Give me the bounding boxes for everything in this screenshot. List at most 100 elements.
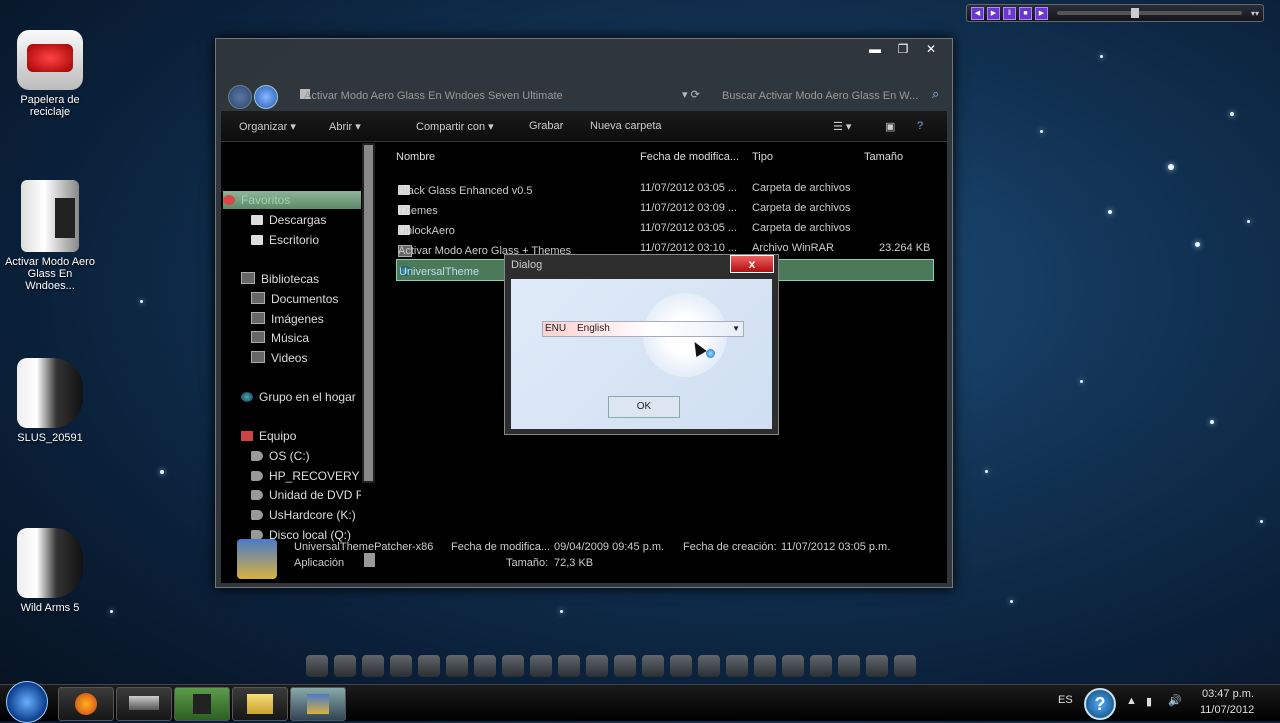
nav-item-dvd[interactable]: Unidad de DVD R [251,486,361,504]
nav-item-videos[interactable]: Videos [251,349,307,367]
play-icon[interactable]: ▶ [987,6,1000,20]
dock-icon[interactable] [362,655,384,677]
dock-icon[interactable] [726,655,748,677]
taskbar-app[interactable] [116,687,172,721]
volume-slider[interactable] [1057,8,1242,18]
preview-pane-icon[interactable]: ▣ [885,120,895,133]
dock-icon[interactable] [754,655,776,677]
back-button[interactable] [228,85,252,109]
close-icon[interactable]: ✕ [920,41,942,57]
refresh-icon[interactable]: ▾ ⟳ [682,88,700,101]
dock-icon[interactable] [306,655,328,677]
nav-item-images[interactable]: Imágenes [251,310,324,328]
dialog-close-button[interactable]: x [730,255,774,273]
file-size: 23.264 KB [879,242,931,254]
address-bar[interactable]: Activar Modo Aero Glass En Wndoes Seven … [304,87,682,105]
star [1260,520,1263,523]
nav-item-desktop[interactable]: Escritorio [251,231,319,249]
nav-item-music[interactable]: Música [251,329,309,347]
file-row[interactable]: Black Glass Enhanced v0.5 11/07/2012 03:… [396,179,932,199]
dock-icon[interactable] [586,655,608,677]
file-row[interactable]: UnlockAero 11/07/2012 03:05 ... Carpeta … [396,219,932,239]
taskbar-media[interactable] [174,687,230,721]
file-row[interactable]: Themes 11/07/2012 03:09 ... Carpeta de a… [396,199,932,219]
maximize-icon[interactable]: ❐ [892,41,914,57]
dock-icon[interactable] [474,655,496,677]
desktop-icon-slus[interactable]: SLUS_20591 [2,358,98,444]
nav-item-drive-c[interactable]: OS (C:) [251,447,310,465]
nav-item-favorites[interactable]: Favoritos [223,191,361,209]
minimize-icon[interactable]: ▬ [864,41,886,57]
dock-icon[interactable] [502,655,524,677]
nav-scrollbar[interactable] [362,143,375,483]
desktop-icon-wild-arms[interactable]: Wild Arms 5 [2,528,98,614]
clock-date[interactable]: 11/07/2012 [1200,704,1254,716]
nav-scrollbar-thumb[interactable] [364,145,373,481]
file-name: Black Glass Enhanced v0.5 [398,185,533,197]
column-header-type[interactable]: Tipo [752,151,773,163]
chevron-down-icon[interactable]: ▼ [732,324,740,333]
help-icon[interactable]: ? [1084,688,1116,720]
dock-icon[interactable] [866,655,888,677]
next-icon[interactable]: ▶ [1035,6,1048,20]
nav-item-downloads[interactable]: Descargas [251,211,326,229]
dock-icon[interactable] [390,655,412,677]
organize-button[interactable]: Organizar ▾ [239,120,296,133]
dock-icon[interactable] [558,655,580,677]
forward-button[interactable] [254,85,278,109]
burn-button[interactable]: Grabar [529,120,563,132]
desktop-icon-label: Activar Modo Aero Glass En Wndoes... [5,256,95,292]
network-icon[interactable]: ▮ [1146,695,1152,708]
share-button[interactable]: Compartir con ▾ [416,120,494,133]
previous-icon[interactable]: ◀ [971,6,984,20]
column-header-name[interactable]: Nombre [396,151,435,163]
dock-icon[interactable] [698,655,720,677]
nav-item-documents[interactable]: Documentos [251,290,338,308]
show-hidden-icons-icon[interactable]: ▲ [1126,695,1137,707]
new-folder-button[interactable]: Nueva carpeta [590,120,662,132]
dock-icon[interactable] [530,655,552,677]
ok-button[interactable]: OK [608,396,680,418]
file-type: Archivo WinRAR [752,242,834,254]
dock-icon[interactable] [642,655,664,677]
drive-icon [251,510,263,520]
nav-item-drive-d[interactable]: HP_RECOVERY (D [251,467,361,485]
volume-icon[interactable]: 🔊 [1168,694,1182,707]
dock-icon[interactable] [782,655,804,677]
dock-icon[interactable] [810,655,832,677]
column-header-size[interactable]: Tamaño [864,151,903,163]
nav-item-libraries[interactable]: Bibliotecas [241,270,319,288]
start-button[interactable] [6,681,48,723]
taskbar-firefox[interactable] [58,687,114,721]
nav-item-drive-k[interactable]: UsHardcore (K:) [251,506,356,524]
language-select[interactable]: ENU English ▼ [542,321,744,337]
stop-icon[interactable]: ■ [1019,6,1032,20]
nav-item-homegroup[interactable]: Grupo en el hogar [241,388,356,406]
dock-icon[interactable] [334,655,356,677]
search-icon[interactable]: ⌕ [932,86,939,102]
language-dialog: Dialog x ENU English ▼ OK [504,254,779,435]
busy-spinner-icon [706,349,715,358]
taskbar-patcher[interactable] [290,687,346,721]
dock-icon[interactable] [446,655,468,677]
dock-icon[interactable] [670,655,692,677]
help-icon[interactable]: ? [917,120,923,132]
dock-icon[interactable] [894,655,916,677]
mini-player-menu-icon[interactable]: ▾▾ [1251,9,1259,18]
dock-icon[interactable] [838,655,860,677]
desktop-icon-winrar-archive[interactable]: Activar Modo Aero Glass En Wndoes... [2,180,98,292]
desktop-icon-recycle-bin[interactable]: Papelera de reciclaje [2,30,98,118]
column-header-modified[interactable]: Fecha de modifica... [640,151,739,163]
dock-icon[interactable] [418,655,440,677]
nav-label: Grupo en el hogar [259,390,356,404]
search-input[interactable]: Buscar Activar Modo Aero Glass En W... [722,87,940,105]
clock-time[interactable]: 03:47 p.m. [1202,688,1254,700]
window-controls: ▬ ❐ ✕ [864,41,942,57]
open-button[interactable]: Abrir ▾ [329,120,361,133]
view-options-icon[interactable]: ☰ ▾ [833,120,851,133]
nav-item-computer[interactable]: Equipo [241,427,296,445]
pause-icon[interactable]: ‖ [1003,6,1016,20]
taskbar-explorer[interactable] [232,687,288,721]
language-indicator[interactable]: ES [1058,694,1073,706]
dock-icon[interactable] [614,655,636,677]
